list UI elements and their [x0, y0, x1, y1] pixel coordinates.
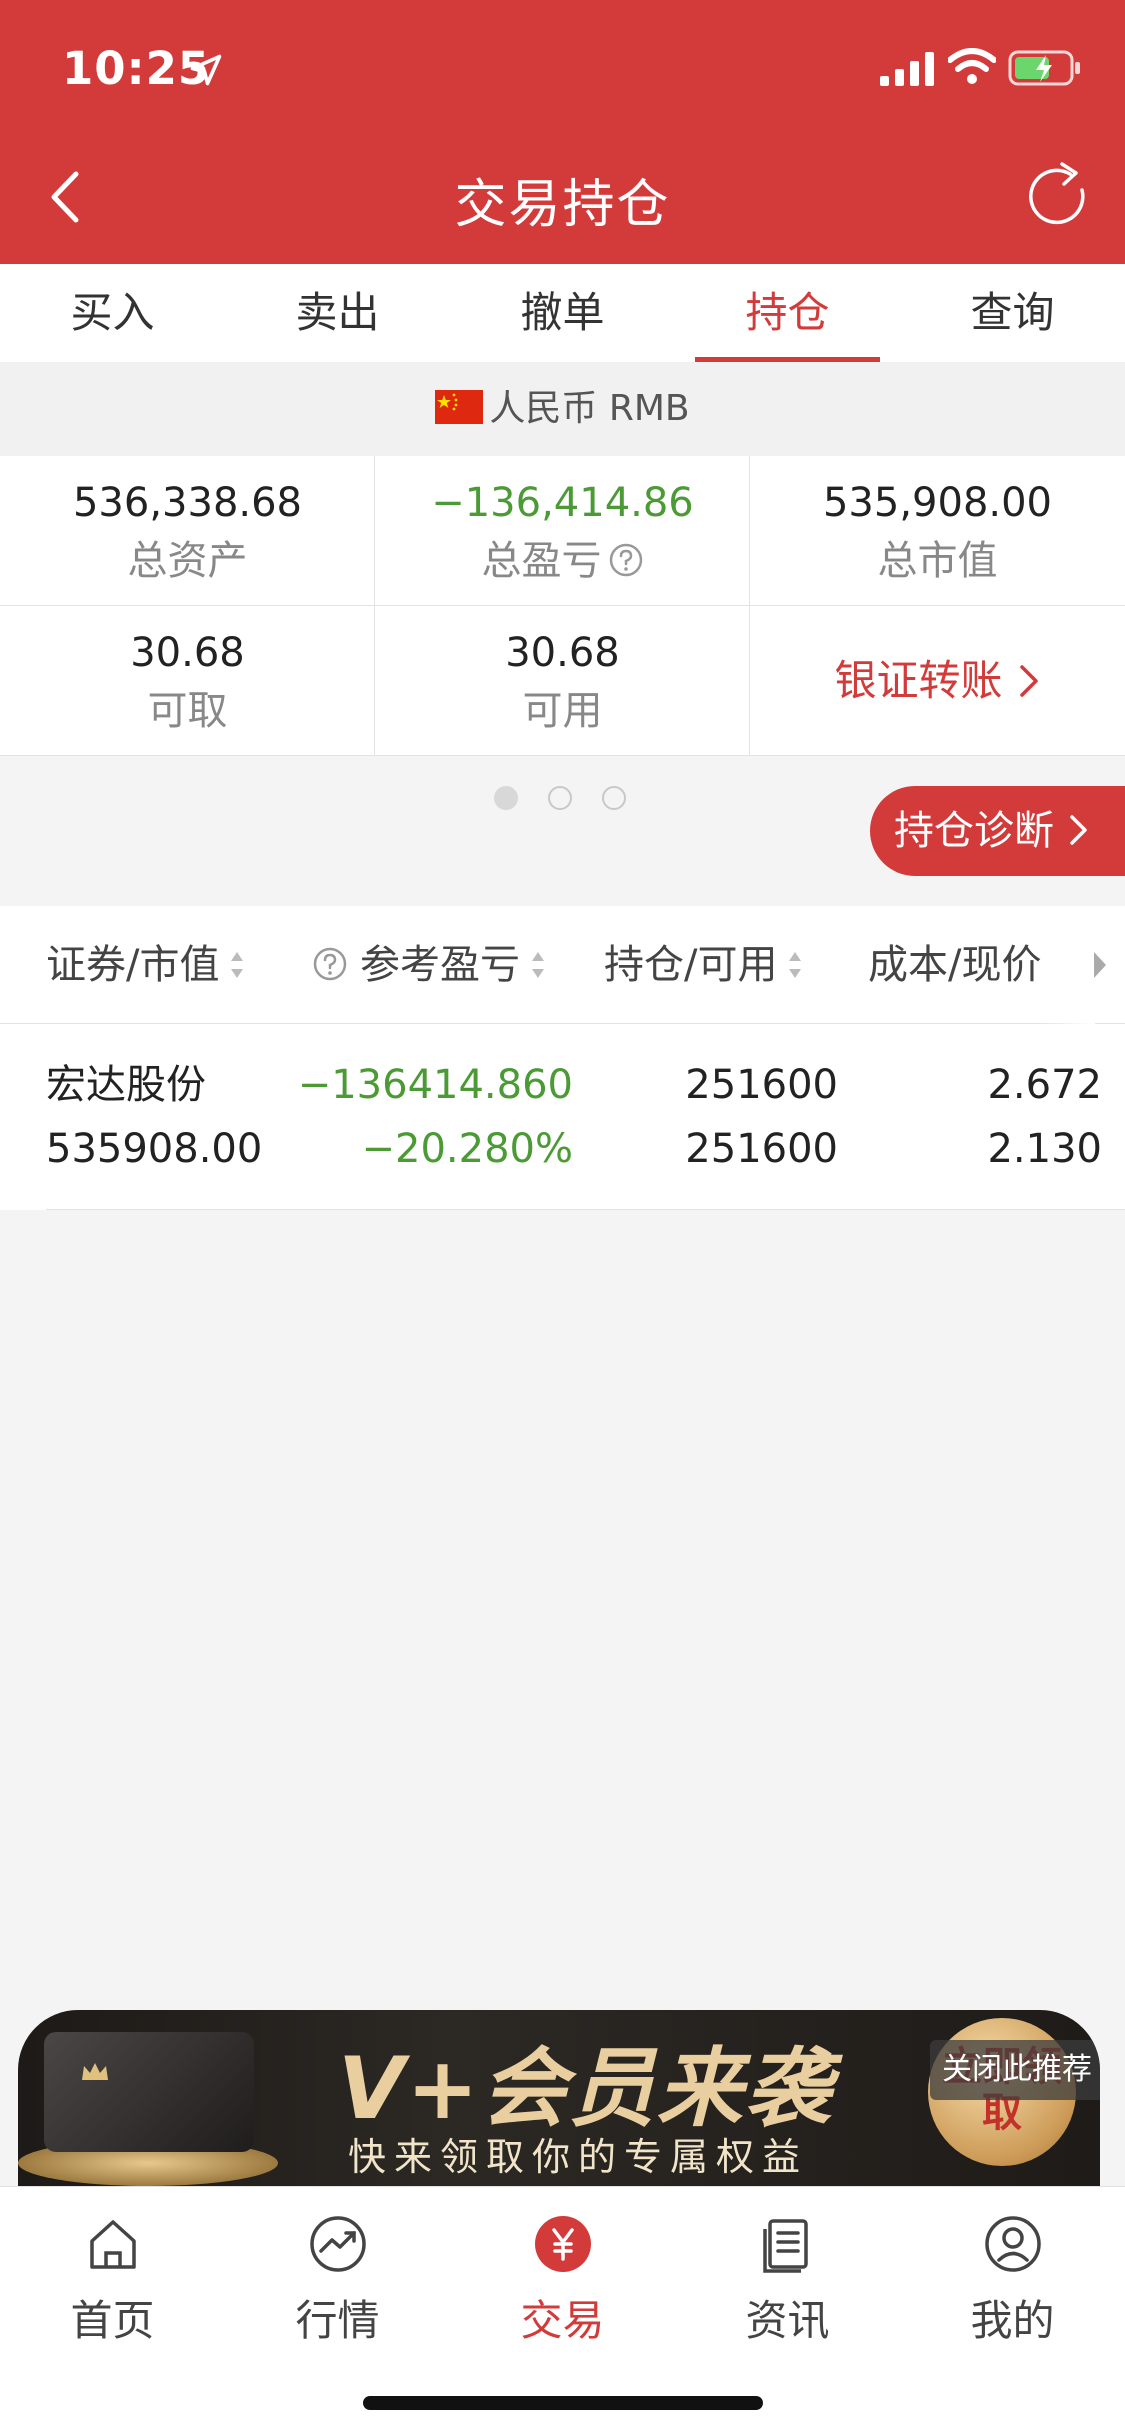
tabbar-label: 行情 — [295, 2296, 380, 2345]
page-dot — [494, 786, 518, 810]
user-profile-icon — [984, 2216, 1041, 2272]
cost-price: 2.672 — [987, 1062, 1102, 1108]
home-icon — [89, 2220, 136, 2269]
total-pl-label: 总盈亏 — [481, 538, 602, 584]
column-header-cost-price[interactable]: 成本/现价 — [868, 906, 1041, 1024]
cellular-signal-icon — [880, 52, 934, 86]
market-value-value: 535,908.00 — [822, 480, 1053, 526]
help-circle-icon[interactable] — [608, 542, 644, 578]
reference-pl-percent: −20.280% — [361, 1126, 573, 1172]
news-document-icon — [762, 2219, 808, 2273]
trade-tabs: 买入 卖出 撤单 持仓 查询 — [0, 264, 1125, 362]
column-header-position[interactable]: 持仓/可用 — [604, 906, 803, 1024]
row-divider — [46, 1209, 1125, 1210]
tab-buy[interactable]: 买入 — [0, 264, 225, 362]
total-pl-value: −136,414.86 — [431, 480, 694, 526]
status-bar: 10:25 — [0, 0, 1125, 132]
total-pl-cell: −136,414.86 总盈亏 — [375, 456, 750, 606]
tabbar-label: 我的 — [970, 2296, 1055, 2345]
tabbar-profile[interactable]: 我的 — [900, 2213, 1125, 2348]
withdrawable-label: 可取 — [147, 688, 228, 734]
grid-divider — [749, 456, 750, 756]
sort-arrows-icon — [231, 952, 244, 978]
security-name: 宏达股份 — [46, 1062, 206, 1108]
column-header-label: 证券/市值 — [46, 942, 220, 988]
tabbar-label: 资讯 — [745, 2296, 830, 2345]
chevron-right-icon — [1070, 815, 1087, 845]
tabbar-label: 首页 — [70, 2296, 155, 2345]
nav-bar: 交易持仓 — [0, 132, 1125, 264]
bank-transfer-label: 银证转账 — [834, 656, 1003, 705]
tabbar-trade[interactable]: 交易 — [450, 2213, 675, 2348]
withdrawable-cell: 30.68 可取 — [0, 606, 375, 756]
column-header-security[interactable]: 证券/市值 — [46, 906, 245, 1024]
page-title: 交易持仓 — [454, 175, 671, 235]
wifi-icon — [948, 48, 996, 84]
tabbar-home[interactable]: 首页 — [0, 2213, 225, 2348]
position-diagnosis-label: 持仓诊断 — [894, 808, 1054, 854]
column-header-pl[interactable]: 参考盈亏 — [312, 906, 546, 1024]
total-pl-label-row: 总盈亏 — [375, 536, 750, 586]
page-dot — [602, 786, 626, 810]
close-recommendation-button[interactable]: 关闭此推荐 — [930, 2040, 1100, 2100]
market-value-cell: 535,908.00 总市值 — [750, 456, 1125, 606]
market-value-label: 总市值 — [877, 538, 998, 584]
total-assets-cell: 536,338.68 总资产 — [0, 456, 375, 606]
bank-transfer-button[interactable]: 银证转账 — [750, 606, 1125, 756]
vip-card-image — [44, 2032, 254, 2152]
battery-icon — [1008, 50, 1080, 86]
help-circle-icon[interactable] — [312, 946, 348, 982]
grid-divider — [374, 456, 375, 756]
home-indicator[interactable] — [363, 2396, 763, 2410]
bank-transfer-row: 银证转账 — [750, 606, 1125, 756]
vip-promo-banner[interactable]: V+会员来袭 快来领取你的专属权益 立即领取 关闭此推荐 — [18, 2010, 1100, 2186]
currency-label: 人民币 RMB — [489, 388, 690, 429]
available-quantity: 251600 — [685, 1126, 838, 1172]
crown-icon — [82, 2063, 108, 2080]
page-indicator[interactable] — [494, 786, 634, 812]
refresh-icon[interactable] — [1022, 160, 1094, 232]
position-diagnosis-button[interactable]: 持仓诊断 — [870, 786, 1125, 876]
total-assets-label: 总资产 — [127, 538, 248, 584]
grid-divider — [0, 605, 1125, 606]
tabbar-market[interactable]: 行情 — [225, 2213, 450, 2348]
column-header-label: 参考盈亏 — [360, 942, 520, 988]
banner-subtitle: 快来领取你的专属权益 — [348, 2135, 809, 2179]
holdings-table-header: 证券/市值 参考盈亏 持仓/可用 成本/现价 — [0, 906, 1125, 1024]
header-bar: 10:25 交易持仓 — [0, 0, 1125, 264]
header-fade — [1040, 906, 1095, 1024]
position-quantity: 251600 — [685, 1062, 838, 1108]
scroll-right-icon[interactable] — [1090, 946, 1110, 984]
tab-positions[interactable]: 持仓 — [675, 264, 900, 362]
currency-row: 人民币 RMB — [0, 362, 1125, 456]
page-dot — [548, 786, 572, 810]
sort-arrows-icon — [789, 952, 802, 978]
tabbar-label: 交易 — [520, 2296, 605, 2345]
current-price: 2.130 — [987, 1126, 1102, 1172]
total-assets-value: 536,338.68 — [72, 480, 303, 526]
withdrawable-value: 30.68 — [130, 630, 245, 676]
sort-arrows-icon — [532, 952, 544, 978]
china-flag-icon — [435, 390, 484, 424]
grid-divider — [0, 755, 1125, 756]
account-summary: 536,338.68 总资产 −136,414.86 总盈亏 535,908.0… — [0, 456, 1125, 756]
available-value: 30.68 — [505, 630, 620, 676]
holdings-table-body: 宏达股份 535908.00 −136414.860 −20.280% 2516… — [0, 1024, 1125, 1210]
banner-title: V+会员来袭 — [338, 2039, 833, 2139]
available-cell: 30.68 可用 — [375, 606, 750, 756]
tab-query[interactable]: 查询 — [900, 264, 1125, 362]
column-header-label: 持仓/可用 — [604, 942, 778, 988]
column-header-label: 成本/现价 — [868, 942, 1042, 988]
available-label: 可用 — [522, 688, 603, 734]
security-market-value: 535908.00 — [46, 1126, 263, 1172]
location-arrow-icon — [190, 54, 222, 86]
tab-sell[interactable]: 卖出 — [225, 264, 450, 362]
tabbar-news[interactable]: 资讯 — [675, 2213, 900, 2348]
table-row[interactable]: 宏达股份 535908.00 −136414.860 −20.280% 2516… — [0, 1024, 1125, 1210]
chevron-right-icon — [1019, 664, 1038, 697]
reference-pl: −136414.860 — [297, 1062, 573, 1108]
tab-cancel-order[interactable]: 撤单 — [450, 264, 675, 362]
trend-chart-icon — [309, 2216, 366, 2272]
yuan-coin-icon — [534, 2216, 591, 2272]
